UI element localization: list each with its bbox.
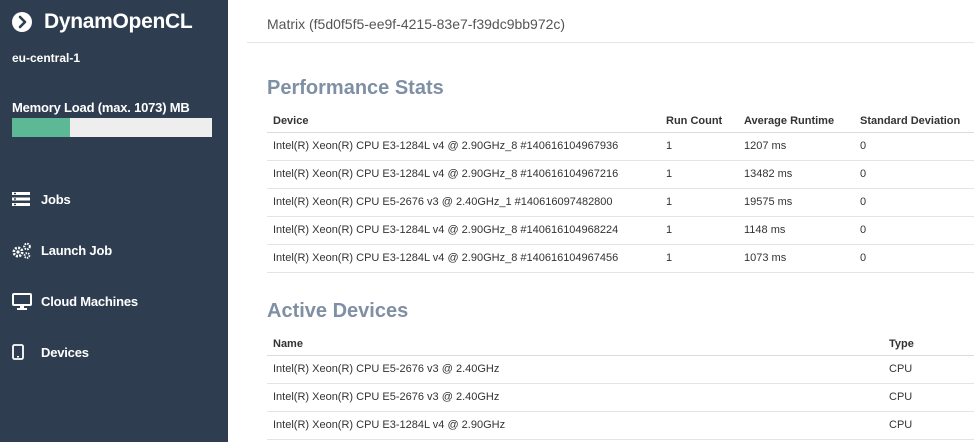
standard-deviation-cell: 0 (854, 216, 974, 245)
column-header-type[interactable]: Type (883, 333, 974, 356)
column-header-standard-deviation[interactable]: Standard Deviation (854, 110, 974, 133)
run-count-cell: 1 (660, 160, 738, 189)
average-runtime-cell: 13482 ms (738, 160, 854, 189)
average-runtime-cell: 1148 ms (738, 216, 854, 245)
standard-deviation-cell: 0 (854, 132, 974, 161)
nav-label: Devices (41, 344, 89, 360)
run-count-cell: 1 (660, 216, 738, 245)
table-row: Intel(R) Xeon(R) CPU E3-1284L v4 @ 2.90G… (267, 132, 974, 161)
brand[interactable]: DynamOpenCL (12, 9, 193, 35)
column-header-name[interactable]: Name (267, 333, 883, 356)
device-type-cell: CPU (883, 383, 974, 412)
device-cell: Intel(R) Xeon(R) CPU E3-1284L v4 @ 2.90G… (267, 132, 660, 161)
device-cell: Intel(R) Xeon(R) CPU E3-1284L v4 @ 2.90G… (267, 160, 660, 189)
run-count-cell: 1 (660, 244, 738, 273)
column-header-average-runtime[interactable]: Average Runtime (738, 110, 854, 133)
nav-item-launch-job[interactable]: Launch Job (12, 240, 112, 260)
average-runtime-cell: 19575 ms (738, 188, 854, 217)
table-row: Intel(R) Xeon(R) CPU E5-2676 v3 @ 2.40GH… (267, 355, 974, 384)
table-row: Intel(R) Xeon(R) CPU E3-1284L v4 @ 2.90G… (267, 216, 974, 245)
table-row: Intel(R) Xeon(R) CPU E3-1284L v4 @ 2.90G… (267, 244, 974, 273)
list-icon (12, 190, 32, 208)
table-row: Intel(R) Xeon(R) CPU E3-1284L v4 @ 2.90G… (267, 160, 974, 189)
standard-deviation-cell: 0 (854, 160, 974, 189)
chevron-circle-right-icon (12, 12, 32, 32)
matrix-header: Matrix (f5d0f5f5-ee9f-4215-83e7-f39dc9bb… (247, 0, 974, 43)
average-runtime-cell: 1207 ms (738, 132, 854, 161)
performance-stats-title: Performance Stats (267, 77, 444, 99)
table-row: Intel(R) Xeon(R) CPU E3-1284L v4 @ 2.90G… (267, 411, 974, 440)
table-row: Intel(R) Xeon(R) CPU E5-2676 v3 @ 2.40GH… (267, 383, 974, 412)
nav-item-jobs[interactable]: Jobs (12, 189, 71, 209)
performance-table: Device Run Count Average Runtime Standar… (267, 110, 974, 273)
memory-load-bar (12, 118, 212, 137)
active-devices-title: Active Devices (267, 300, 409, 322)
matrix-title: Matrix (f5d0f5f5-ee9f-4215-83e7-f39dc9bb… (267, 16, 566, 32)
nav-label: Cloud Machines (41, 293, 138, 309)
run-count-cell: 1 (660, 188, 738, 217)
device-name-cell: Intel(R) Xeon(R) CPU E5-2676 v3 @ 2.40GH… (267, 355, 883, 384)
column-header-run-count[interactable]: Run Count (660, 110, 738, 133)
monitor-icon (12, 292, 32, 310)
device-type-cell: CPU (883, 355, 974, 384)
nav-item-devices[interactable]: Devices (12, 342, 89, 362)
device-cell: Intel(R) Xeon(R) CPU E5-2676 v3 @ 2.40GH… (267, 188, 660, 217)
region-label: eu-central-1 (12, 51, 81, 65)
sidebar: DynamOpenCL eu-central-1 Memory Load (ma… (0, 0, 228, 442)
memory-load-label: Memory Load (max. 1073) MB (12, 100, 190, 115)
tablet-icon (12, 343, 32, 361)
device-cell: Intel(R) Xeon(R) CPU E3-1284L v4 @ 2.90G… (267, 216, 660, 245)
table-row: Intel(R) Xeon(R) CPU E5-2676 v3 @ 2.40GH… (267, 188, 974, 217)
run-count-cell: 1 (660, 132, 738, 161)
device-cell: Intel(R) Xeon(R) CPU E3-1284L v4 @ 2.90G… (267, 244, 660, 273)
device-name-cell: Intel(R) Xeon(R) CPU E3-1284L v4 @ 2.90G… (267, 411, 883, 440)
nav-item-cloud-machines[interactable]: Cloud Machines (12, 291, 138, 311)
table-header-row: Name Type (267, 333, 974, 356)
device-type-cell: CPU (883, 411, 974, 440)
memory-load-fill (12, 118, 70, 137)
average-runtime-cell: 1073 ms (738, 244, 854, 273)
device-name-cell: Intel(R) Xeon(R) CPU E5-2676 v3 @ 2.40GH… (267, 383, 883, 412)
column-header-device[interactable]: Device (267, 110, 660, 133)
standard-deviation-cell: 0 (854, 244, 974, 273)
nav-label: Jobs (41, 191, 71, 207)
active-devices-table: Name Type Intel(R) Xeon(R) CPU E5-2676 v… (267, 333, 974, 440)
gears-icon (12, 241, 32, 259)
brand-title: DynamOpenCL (44, 10, 193, 33)
nav-label: Launch Job (41, 242, 112, 258)
main-content: Matrix (f5d0f5f5-ee9f-4215-83e7-f39dc9bb… (247, 0, 974, 442)
table-header-row: Device Run Count Average Runtime Standar… (267, 110, 974, 133)
standard-deviation-cell: 0 (854, 188, 974, 217)
